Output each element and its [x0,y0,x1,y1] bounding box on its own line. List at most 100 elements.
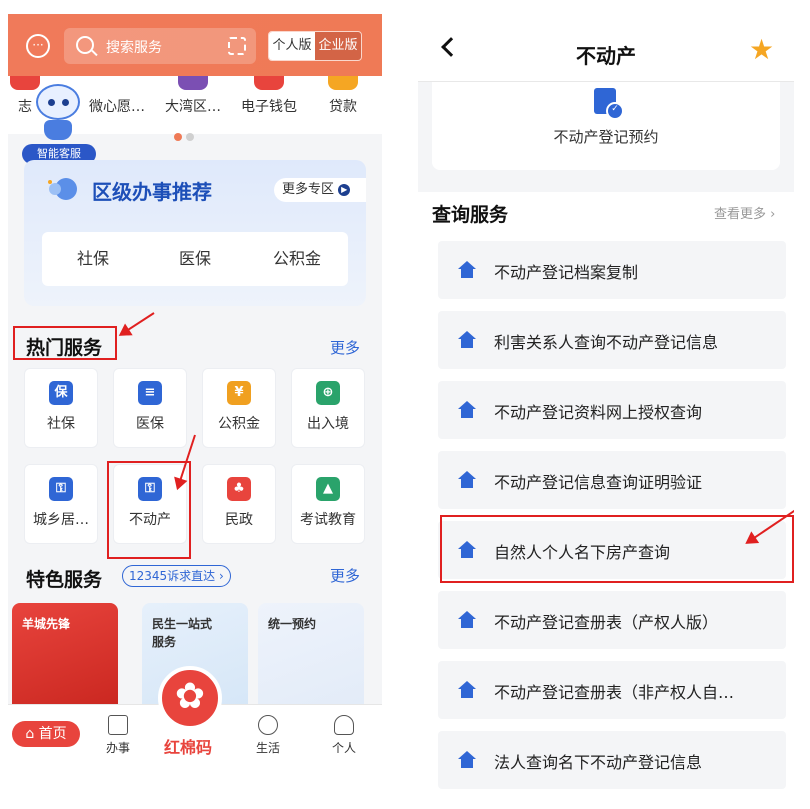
appointment-card[interactable]: 不动产登记预约 [432,82,780,170]
graduation-cap-icon: ▲ [316,477,340,501]
home-screen: 志 微心愿… 大湾区… 电子钱包 贷款 ··· 搜索服务 个人版 企业版 智能客… [8,14,382,759]
home-icon [458,261,476,278]
query-item[interactable]: 不动产登记信息查询证明验证 [438,451,786,509]
search-box[interactable]: 搜索服务 [64,28,256,64]
real-estate-highlight-box [107,461,191,559]
district-title: 区级办事推荐 [92,180,212,204]
star-favorite-icon[interactable]: ★ [749,36,774,64]
version-switch: 个人版 企业版 [268,31,362,61]
featured-card-label: 羊城先锋 [22,617,71,631]
home-icon [458,331,476,348]
featured-services-more-link[interactable]: 更多 [330,565,360,586]
service-label: 医保 [136,416,164,432]
shield-icon: 保 [49,381,73,405]
query-item-label: 不动产登记信息查询证明验证 [494,473,703,492]
query-item-label: 不动产登记查册表（产权人版） [494,613,719,632]
personal-property-highlight-box [440,515,794,583]
service-urban-rural-residents[interactable]: ⚿ 城乡居… [24,464,98,544]
home-icon [458,751,476,768]
query-item[interactable]: 法人查询名下不动产登记信息 [438,731,786,789]
featured-card-appointment[interactable]: 统一预约 [258,603,364,713]
featured-card-pioneer[interactable]: 羊城先锋 [12,603,118,713]
house-yuan-icon: ¥ [227,381,251,405]
query-more-label: 查看更多 [714,207,767,222]
service-exam-education[interactable]: ▲ 考试教育 [291,464,365,544]
kapok-code-button[interactable] [158,666,222,730]
service-civil-affairs[interactable]: ♣ 民政 [202,464,276,544]
query-item-label: 法人查询名下不动产登记信息 [494,753,703,772]
query-item-label: 不动产登记查册表（非产权人自… [494,683,735,702]
card-icon: ≡ [138,381,162,405]
scan-icon[interactable] [228,37,246,55]
search-placeholder: 搜索服务 [106,40,162,56]
carousel-dot[interactable] [186,133,194,141]
carousel-dots [174,126,198,145]
service-social-security[interactable]: 保 社保 [24,368,98,448]
home-icon [458,471,476,488]
query-item[interactable]: 不动产登记查册表（非产权人自… [438,661,786,719]
tab-life[interactable]: 生活 [246,715,290,756]
query-item[interactable]: 不动产登记查册表（产权人版） [438,591,786,649]
service-medical-insurance[interactable]: ≡ 医保 [113,368,187,448]
top-bar: ··· 搜索服务 个人版 企业版 [8,14,382,76]
annotation-arrow [119,312,155,336]
more-zones-label: 更多专区 [282,182,335,197]
quick-service-item[interactable]: 贷款 [306,76,380,116]
query-item[interactable]: 利害关系人查询不动产登记信息 [438,311,786,369]
checkbox-doc-icon [108,715,128,735]
quick-service-icon [178,76,208,90]
robot-body-icon [44,120,72,140]
hot-services-more-link[interactable]: 更多 [330,337,360,358]
featured-card-label: 民生一站式 服务 [152,617,213,649]
assistant-robot[interactable]: 智能客服 [22,84,96,164]
home-icon [458,611,476,628]
home-key-icon: ⚿ [49,477,73,501]
search-icon [76,36,94,54]
tab-life-label: 生活 [255,741,280,755]
hotline-badge[interactable]: 12345诉求直达 › [122,565,231,587]
passport-icon: ⊕ [316,381,340,405]
person-icon [334,715,354,735]
quick-service-label: 贷款 [329,99,357,115]
quick-service-item[interactable]: 大湾区… [156,76,230,116]
tab-me[interactable]: 个人 [322,715,366,756]
appointment-label: 不动产登记预约 [553,128,659,146]
more-zones-button[interactable]: 更多专区 ▶ [274,178,366,202]
quick-service-item[interactable]: 电子钱包 [232,76,306,116]
enterprise-version-tab[interactable]: 企业版 [315,32,361,60]
district-tab-social-security[interactable]: 社保 [42,232,144,286]
chat-icon[interactable]: ··· [26,34,50,58]
tab-home[interactable]: ⌂ 首页 [12,721,80,747]
quick-service-label: 微心愿… [89,99,145,115]
carousel-dot-active[interactable] [174,133,182,141]
district-tab-medical-insurance[interactable]: 医保 [144,232,246,286]
service-label: 社保 [47,416,75,432]
service-label: 公积金 [218,416,260,432]
query-services-more-link[interactable]: 查看更多 › [714,203,775,222]
featured-services-title: 特色服务 [26,569,103,591]
query-item-label: 不动产登记档案复制 [494,263,639,282]
featured-card-label: 统一预约 [268,617,317,631]
robot-head-icon [36,84,80,120]
kapok-code-label: 红棉码 [164,738,213,757]
query-item[interactable]: 不动产登记档案复制 [438,241,786,299]
tab-me-label: 个人 [331,741,356,755]
query-services-title: 查询服务 [432,204,509,226]
district-recommend-panel: 区级办事推荐 更多专区 ▶ 社保 医保 公积金 [24,160,366,306]
page-header: 不动产 ★ [418,14,794,82]
personal-version-tab[interactable]: 个人版 [269,32,315,60]
district-tabs: 社保 医保 公积金 [42,232,348,286]
query-item[interactable]: 不动产登记资料网上授权查询 [438,381,786,439]
home-icon [458,401,476,418]
quick-service-icon [328,76,358,90]
service-label: 民政 [225,512,253,528]
service-exit-entry[interactable]: ⊕ 出入境 [291,368,365,448]
people-icon: ♣ [227,477,251,501]
quick-service-label: 大湾区… [165,99,221,115]
tab-work[interactable]: 办事 [96,715,140,756]
query-item-label: 利害关系人查询不动产登记信息 [494,333,719,352]
hot-services-title: 热门服务 [26,337,103,359]
service-housing-fund[interactable]: ¥ 公积金 [202,368,276,448]
district-tab-housing-fund[interactable]: 公积金 [246,232,348,286]
home-icon [458,681,476,698]
